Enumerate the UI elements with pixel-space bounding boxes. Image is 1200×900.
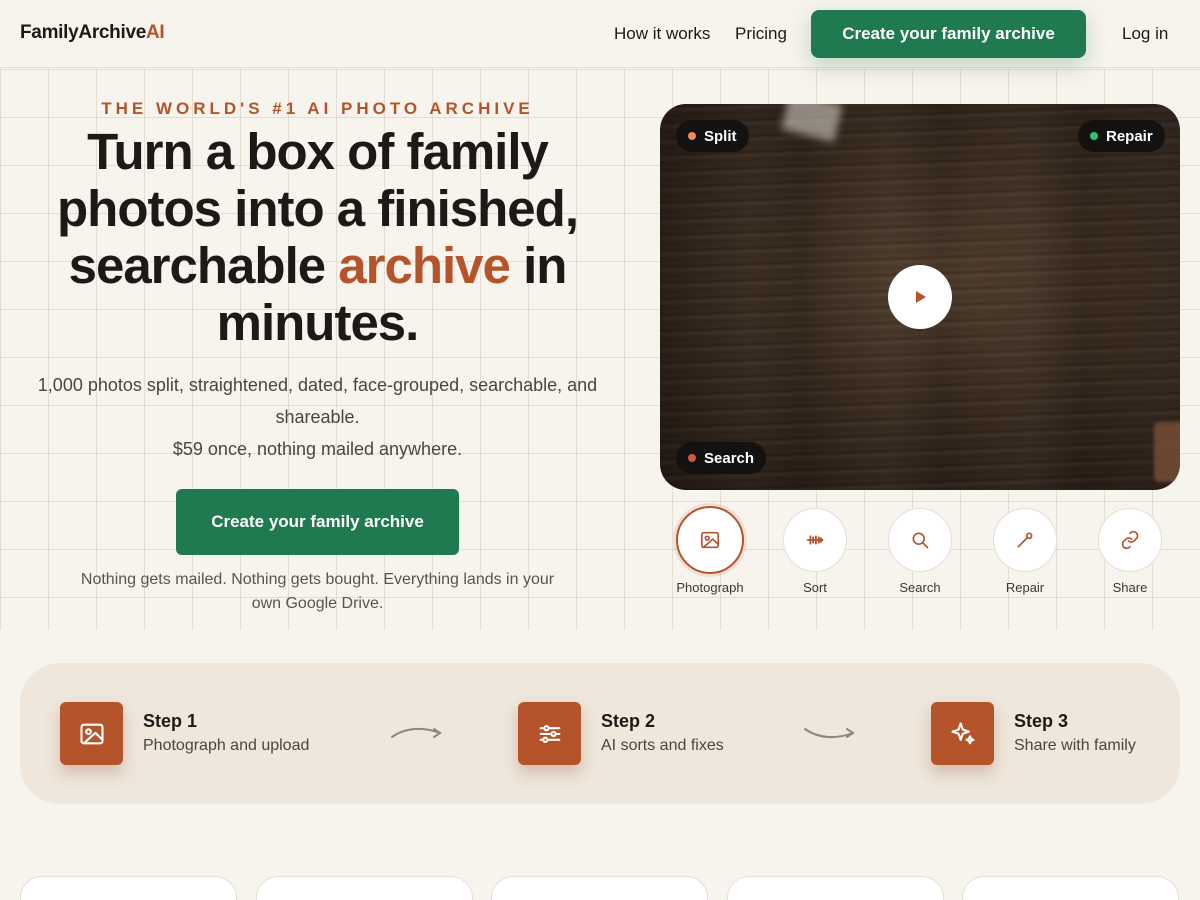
feature-photograph[interactable]: Photograph	[665, 506, 755, 595]
step-2-badge	[518, 702, 581, 765]
nav-create-archive-button[interactable]: Create your family archive	[811, 10, 1086, 58]
arrow-right-icon	[391, 727, 442, 738]
sliders-icon	[539, 724, 560, 743]
feature-label: Sort	[803, 580, 827, 595]
pill-split: Split	[676, 120, 749, 152]
feature-share[interactable]: Share	[1085, 508, 1175, 595]
sort-icon	[806, 535, 824, 545]
demo-video[interactable]: Split Repair Search	[660, 104, 1180, 490]
status-dot-icon	[688, 454, 696, 462]
nav-link-how-it-works[interactable]: How it works	[614, 24, 710, 44]
info-card	[491, 876, 708, 900]
wand-icon	[1017, 532, 1033, 548]
hero-subtitle: 1,000 photos split, straightened, dated,…	[37, 375, 598, 459]
info-card	[20, 876, 237, 900]
headline-accent: archive	[338, 237, 511, 294]
blurred-photo	[781, 104, 843, 142]
step-1-title: Step 1	[143, 711, 198, 731]
logo[interactable]: FamilyArchiveAI	[20, 22, 165, 44]
status-dot-icon	[688, 132, 696, 140]
hero-headline: Turn a box of family photos into a finis…	[57, 123, 579, 351]
info-card	[962, 876, 1179, 900]
search-icon	[912, 532, 929, 549]
step-3-title: Step 3	[1014, 711, 1069, 731]
step-3-desc: Share with family	[1014, 737, 1136, 754]
step-1-desc: Photograph and upload	[143, 737, 310, 754]
feature-repair[interactable]: Repair	[980, 508, 1070, 595]
play-icon	[916, 291, 926, 303]
step-2-title: Step 2	[601, 711, 656, 731]
pill-search: Search	[676, 442, 767, 474]
play-button[interactable]	[888, 265, 952, 329]
link-icon	[1121, 530, 1139, 550]
steps-panel: Step 1 Photograph and upload Step 2 AI s…	[20, 663, 1180, 804]
image-icon	[79, 723, 104, 744]
top-nav: FamilyArchiveAI How it works Pricing Cre…	[0, 0, 1200, 68]
info-card	[256, 876, 473, 900]
step-3-badge	[931, 702, 994, 765]
feature-sort[interactable]: Sort	[770, 508, 860, 595]
info-card	[727, 876, 944, 900]
sparkles-icon	[950, 721, 975, 744]
status-dot-icon	[1090, 132, 1098, 140]
hero-eyebrow: THE WORLD'S #1 AI PHOTO ARCHIVE	[101, 99, 534, 118]
step-2-desc: AI sorts and fixes	[601, 737, 724, 754]
blurred-object	[1154, 422, 1180, 482]
hero-section: THE WORLD'S #1 AI PHOTO ARCHIVE Turn a b…	[0, 69, 1200, 630]
image-icon	[700, 531, 720, 549]
feature-label: Photograph	[676, 580, 744, 595]
pill-repair: Repair	[1078, 120, 1165, 152]
arrow-right-icon	[804, 728, 855, 739]
hero-create-archive-button[interactable]: Create your family archive	[176, 489, 459, 555]
hero-note: Nothing gets mailed. Nothing gets bought…	[80, 571, 555, 612]
feature-label: Search	[899, 580, 941, 595]
feature-label: Repair	[1005, 580, 1045, 595]
feature-label: Share	[1112, 580, 1148, 595]
step-1-badge	[60, 702, 123, 765]
feature-search[interactable]: Search	[875, 508, 965, 595]
nav-link-pricing[interactable]: Pricing	[735, 24, 787, 44]
login-link[interactable]: Log in	[1122, 24, 1168, 44]
